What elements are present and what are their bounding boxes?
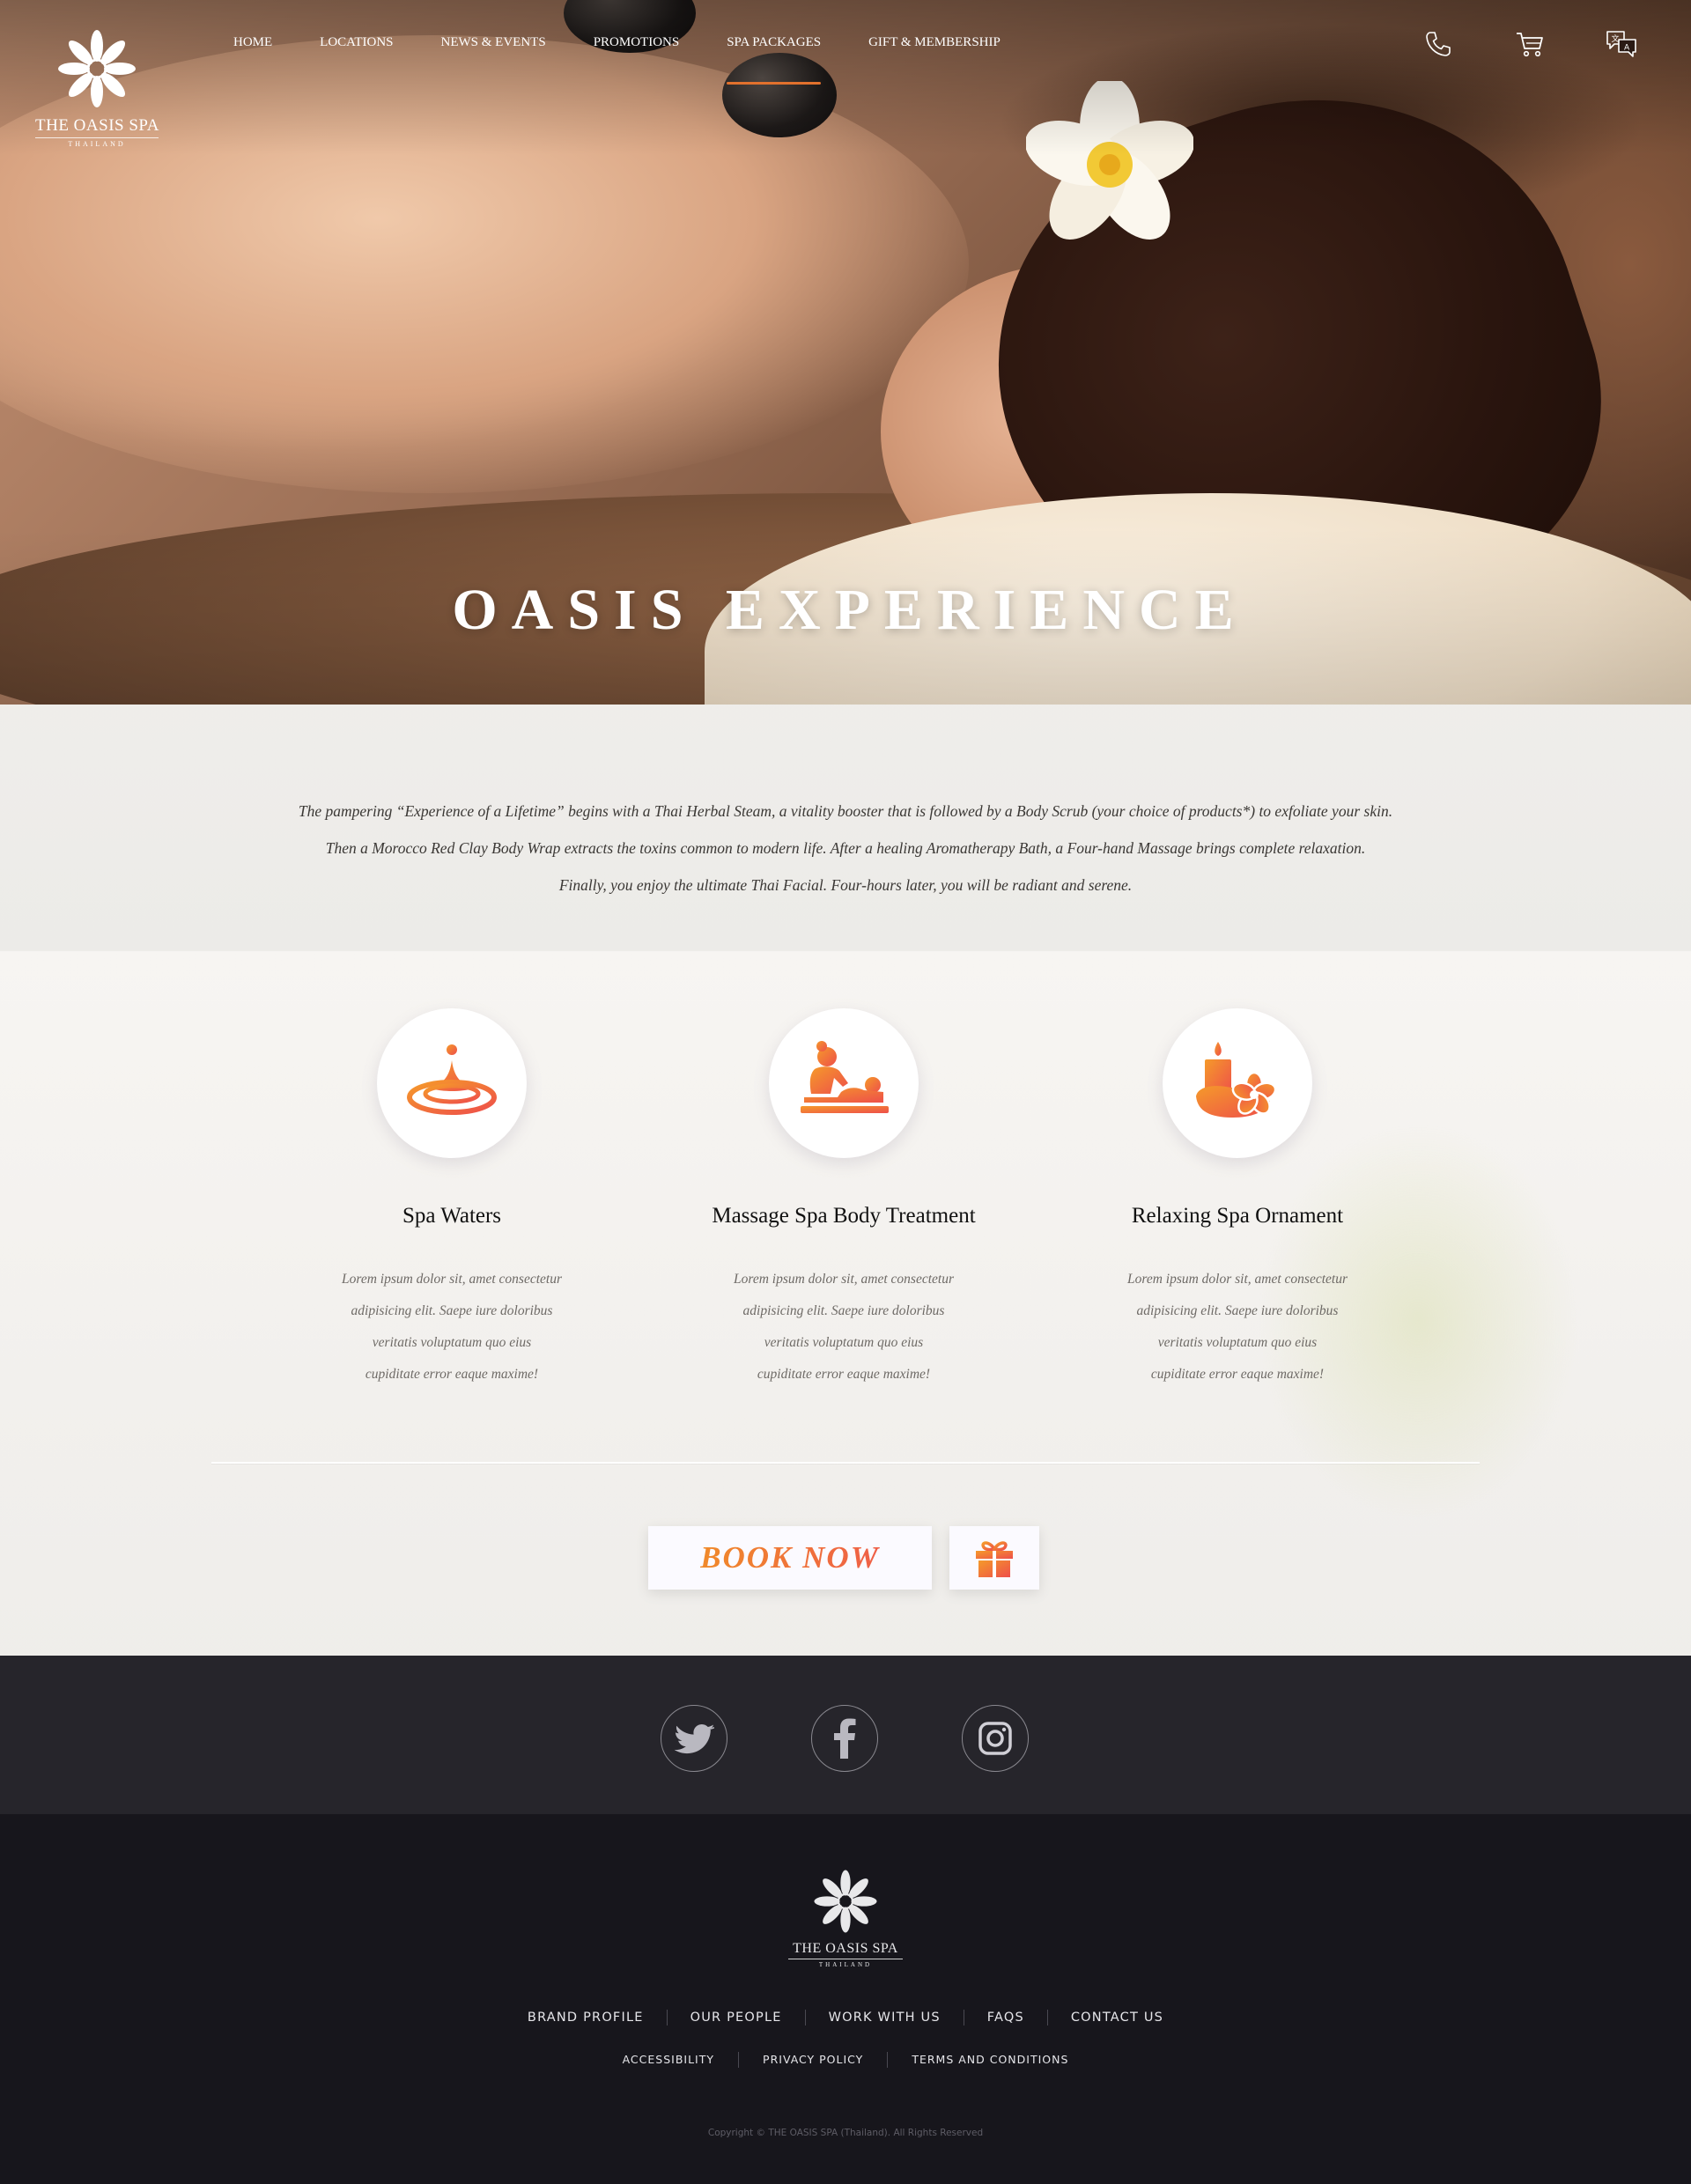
water-drop-icon bbox=[407, 1044, 497, 1115]
candle-flower-icon bbox=[1196, 1042, 1277, 1118]
footer-link-accessibility[interactable]: ACCESSIBILITY bbox=[599, 2052, 740, 2068]
nav-promotions[interactable]: PROMOTIONS bbox=[594, 35, 680, 85]
nav-news-events[interactable]: NEWS & EVENTS bbox=[441, 35, 546, 85]
svg-text:A: A bbox=[1624, 44, 1630, 53]
main-content: The pampering “Experience of a Lifetime”… bbox=[0, 705, 1691, 1656]
feature-icon-circle bbox=[377, 1008, 527, 1158]
svg-text:文: 文 bbox=[1612, 33, 1620, 44]
footer-link-privacy-policy[interactable]: PRIVACY POLICY bbox=[739, 2052, 889, 2068]
nav-home[interactable]: HOME bbox=[233, 35, 272, 85]
feature-description-line: Lorem ipsum dolor sit, amet consectetur bbox=[734, 1272, 954, 1287]
hero-banner: THE OASIS SPA THAILAND HOME LOCATIONS NE… bbox=[0, 0, 1691, 705]
footer-logo[interactable]: THE OASIS SPA THAILAND bbox=[788, 1865, 903, 1968]
footer-link-contact-us[interactable]: CONTACT US bbox=[1048, 2010, 1186, 2025]
phone-icon[interactable] bbox=[1418, 26, 1458, 62]
footer-link-our-people[interactable]: OUR PEOPLE bbox=[668, 2010, 806, 2025]
nav-spa-packages[interactable]: SPA PACKAGES bbox=[727, 35, 821, 85]
twitter-link[interactable] bbox=[661, 1705, 727, 1772]
footer-link-terms[interactable]: TERMS AND CONDITIONS bbox=[888, 2052, 1092, 2068]
book-now-button[interactable]: BOOK NOW bbox=[648, 1526, 932, 1590]
brand-name: THE OASIS SPA bbox=[788, 1941, 903, 1959]
intro-line: Then a Morocco Red Clay Body Wrap extrac… bbox=[325, 839, 1366, 857]
feature-description: Lorem ipsum dolor sit, amet consectetur … bbox=[1097, 1264, 1378, 1391]
social-bar bbox=[0, 1656, 1691, 1814]
feature-description-line: veritatis voluptatum quo eius bbox=[372, 1335, 532, 1350]
feature-description-line: Lorem ipsum dolor sit, amet consectetur bbox=[342, 1272, 562, 1287]
book-now-label: BOOK NOW bbox=[700, 1540, 880, 1575]
feature-title: Spa Waters bbox=[402, 1204, 502, 1228]
gift-icon bbox=[976, 1541, 1013, 1577]
facebook-icon bbox=[834, 1718, 856, 1759]
facebook-link[interactable] bbox=[811, 1705, 878, 1772]
feature-description: Lorem ipsum dolor sit, amet consectetur … bbox=[311, 1264, 593, 1391]
feature-description-line: veritatis voluptatum quo eius bbox=[1157, 1335, 1318, 1350]
footer-link-work-with-us[interactable]: WORK WITH US bbox=[806, 2010, 964, 2025]
feature-description-line: adipisicing elit. Saepe iure doloribus bbox=[1136, 1303, 1339, 1318]
feature-description-line: cupiditate error eaque maxime! bbox=[1150, 1367, 1325, 1382]
gift-button[interactable] bbox=[949, 1526, 1039, 1590]
footer-link-brand-profile[interactable]: BRAND PROFILE bbox=[505, 2010, 668, 2025]
brand-logo[interactable]: THE OASIS SPA THAILAND bbox=[35, 25, 159, 148]
feature-description-line: veritatis voluptatum quo eius bbox=[764, 1335, 924, 1350]
feature-description-line: adipisicing elit. Saepe iure doloribus bbox=[351, 1303, 553, 1318]
massage-icon bbox=[801, 1041, 889, 1113]
footer-link-faqs[interactable]: FAQS bbox=[964, 2010, 1048, 2025]
section-divider bbox=[211, 1462, 1480, 1464]
nav-gift-membership[interactable]: GIFT & MEMBERSHIP bbox=[868, 35, 1001, 85]
feature-icon-circle bbox=[1163, 1008, 1312, 1158]
intro-text: The pampering “Experience of a Lifetime”… bbox=[176, 793, 1515, 904]
nav-icon-group: 文A bbox=[1418, 26, 1642, 62]
copyright: Copyright © THE OASIS SPA (Thailand). Al… bbox=[707, 2128, 984, 2138]
instagram-icon bbox=[978, 1722, 1012, 1755]
feature-description-line: Lorem ipsum dolor sit, amet consectetur bbox=[1127, 1272, 1348, 1287]
brand-name: THE OASIS SPA bbox=[35, 116, 159, 138]
feature-description: Lorem ipsum dolor sit, amet consectetur … bbox=[703, 1264, 985, 1391]
footer-primary-links: BRAND PROFILE OUR PEOPLE WORK WITH US FA… bbox=[0, 2010, 1691, 2025]
feature-title: Massage Spa Body Treatment bbox=[712, 1204, 976, 1228]
footer-secondary-links: ACCESSIBILITY PRIVACY POLICY TERMS AND C… bbox=[0, 2052, 1691, 2068]
brand-sub: THAILAND bbox=[68, 140, 126, 148]
feature-list: Spa Waters Lorem ipsum dolor sit, amet c… bbox=[0, 1008, 1691, 1413]
feature-description-line: cupiditate error eaque maxime! bbox=[757, 1367, 931, 1382]
intro-line: The pampering “Experience of a Lifetime”… bbox=[298, 802, 1393, 820]
feature-card: Relaxing Spa Ornament Lorem ipsum dolor … bbox=[1052, 1008, 1422, 1391]
feature-card: Massage Spa Body Treatment Lorem ipsum d… bbox=[659, 1008, 1029, 1391]
footer: THE OASIS SPA THAILAND BRAND PROFILE OUR… bbox=[0, 1814, 1691, 2184]
feature-title: Relaxing Spa Ornament bbox=[1131, 1204, 1344, 1228]
feature-description-line: adipisicing elit. Saepe iure doloribus bbox=[742, 1303, 945, 1318]
feature-card: Spa Waters Lorem ipsum dolor sit, amet c… bbox=[267, 1008, 637, 1391]
lotus-logo-icon bbox=[814, 1870, 877, 1933]
main-nav: HOME LOCATIONS NEWS & EVENTS PROMOTIONS … bbox=[233, 35, 1001, 85]
lotus-logo-icon bbox=[58, 30, 136, 107]
nav-locations[interactable]: LOCATIONS bbox=[320, 35, 393, 85]
brand-sub: THAILAND bbox=[818, 1961, 873, 1968]
language-icon[interactable]: 文A bbox=[1601, 26, 1642, 62]
hero-title: OASIS EXPERIENCE bbox=[452, 578, 1248, 642]
intro-line: Finally, you enjoy the ultimate Thai Fac… bbox=[558, 876, 1133, 894]
feature-icon-circle bbox=[769, 1008, 919, 1158]
feature-description-line: cupiditate error eaque maxime! bbox=[365, 1367, 539, 1382]
instagram-link[interactable] bbox=[962, 1705, 1029, 1772]
twitter-icon bbox=[674, 1724, 714, 1754]
cart-icon[interactable] bbox=[1510, 26, 1550, 62]
